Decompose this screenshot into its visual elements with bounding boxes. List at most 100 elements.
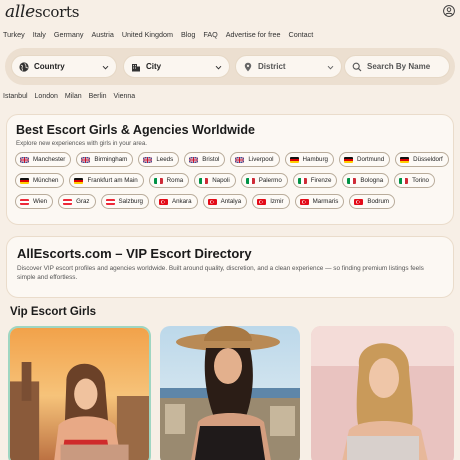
austria-flag-icon [105,198,115,205]
nav-item-italy[interactable]: Italy [33,30,46,42]
profile-photo-2 [160,326,300,460]
city-chip-label: Palermo [258,177,282,184]
building-icon [132,64,140,72]
city-chip-bristol[interactable]: Bristol [184,152,226,167]
germany-flag-icon [400,156,410,163]
city-chip-palermo[interactable]: Palermo [240,173,288,188]
italy-flag-icon [153,177,163,184]
nav-item-faq[interactable]: FAQ [203,30,217,42]
austria-flag-icon [20,198,29,205]
profile-photo-1 [10,328,149,460]
city-chip-liverpool[interactable]: Liverpool [230,152,280,167]
germany-flag-icon [289,156,299,163]
directory-description: Discover VIP escort profiles and agencie… [17,265,424,281]
city-select[interactable]: City [123,55,230,78]
city-chip-label: Izmir [270,198,284,205]
logo-prefix: alle [5,2,35,22]
city-chip-label: Manchester [33,156,66,163]
italy-flag-icon [347,177,357,184]
nav-item-austria[interactable]: Austria [91,30,113,42]
city-chip-firenze[interactable]: Firenze [292,173,338,188]
city-chip-bodrum[interactable]: Bodrum [349,194,396,209]
city-chip-wien[interactable]: Wien [15,194,54,209]
city-chip-salzburg[interactable]: Salzburg [100,194,149,209]
italy-flag-icon [297,177,307,184]
nav-item-blog[interactable]: Blog [181,30,195,42]
city-chip-label: Salzburg [118,198,143,205]
city-chip-graz[interactable]: Graz [58,194,96,209]
nav-item-united-kingdom[interactable]: United Kingdom [122,30,173,42]
city-chip-torino[interactable]: Torino [394,173,435,188]
city-link-istanbul[interactable]: Istanbul [3,93,28,100]
profile-card-3[interactable] [311,326,454,460]
city-chip-label: Ankara [171,198,192,205]
logo[interactable]: allescorts [5,2,79,22]
city-link-milan[interactable]: Milan [65,93,82,100]
germany-flag-icon [74,177,84,184]
city-chip-izmir[interactable]: Izmir [252,194,290,209]
uk-flag-icon [235,156,245,163]
user-icon[interactable] [443,5,455,17]
city-chip-napoli[interactable]: Napoli [194,173,236,188]
city-chip-roma[interactable]: Roma [148,173,190,188]
city-chip-hamburg[interactable]: Hamburg [284,152,334,167]
italy-flag-icon [199,177,209,184]
location-pin-icon [244,62,252,72]
city-chip-ankara[interactable]: Ankara [153,194,198,209]
city-chip-label: Graz [76,198,90,205]
city-link-vienna[interactable]: Vienna [114,93,136,100]
main-nav: Turkey Italy Germany Austria United Kingdom B… [3,30,313,42]
district-select[interactable]: District [235,55,342,78]
vip-section-title: Vip Escort Girls [10,306,97,318]
turkey-flag-icon [299,198,309,205]
search-input[interactable]: Search By Name [344,55,450,78]
profile-card-1[interactable] [8,326,151,460]
city-chip-label: Firenze [310,177,332,184]
uk-flag-icon [189,156,199,163]
city-chip-antalya[interactable]: Antalya [202,194,248,209]
italy-flag-icon [399,177,409,184]
district-select-label: District [258,62,286,71]
city-chip-m-nchen[interactable]: München [15,173,65,188]
turkey-flag-icon [207,198,217,205]
city-chip-label: Leeds [156,156,174,163]
city-chip-label: Frankfurt am Main [87,177,138,184]
city-chip-label: Bristol [202,156,220,163]
turkey-flag-icon [158,198,168,205]
globe-icon [19,62,29,72]
city-chip-bologna[interactable]: Bologna [342,173,390,188]
city-chip-dortmund[interactable]: Dortmund [338,152,391,167]
city-chip-label: Liverpool [248,156,274,163]
chevron-down-icon [102,65,109,70]
city-chip-d-sseldorf[interactable]: Düsseldorf [395,152,449,167]
city-chip-row: Wien Graz Salzburg Ankara Antalya Izmir Marmar… [15,194,400,209]
profile-photo-3 [311,326,454,460]
city-chip-row: Manchester Birmingham Leeds Bristol Liverpoo… [15,152,454,167]
profile-card-2[interactable] [160,326,300,460]
filter-bar: Country City District Search By Name [5,48,455,85]
city-chip-label: Bologna [360,177,384,184]
turkey-flag-icon [354,198,364,205]
city-chip-leeds[interactable]: Leeds [138,152,180,167]
city-chip-manchester[interactable]: Manchester [15,152,72,167]
nav-item-contact[interactable]: Contact [289,30,314,42]
search-icon [352,62,362,72]
uk-flag-icon [143,156,153,163]
nav-item-germany[interactable]: Germany [54,30,84,42]
city-link-london[interactable]: London [35,93,58,100]
city-chip-label: Wien [33,198,48,205]
country-select-label: Country [34,62,65,71]
city-chip-marmaris[interactable]: Marmaris [294,194,345,209]
directory-card: AllEscorts.com – VIP Escort Directory Di… [6,236,454,298]
city-select-label: City [146,62,162,71]
austria-flag-icon [63,198,73,205]
country-select[interactable]: Country [11,55,117,78]
city-chip-frankfurt-am-main[interactable]: Frankfurt am Main [69,173,144,188]
city-link-berlin[interactable]: Berlin [89,93,107,100]
directory-title: AllEscorts.com – VIP Escort Directory [17,246,252,261]
nav-item-advertise-for-free[interactable]: Advertise for free [226,30,281,42]
city-chip-birmingham[interactable]: Birmingham [76,152,134,167]
germany-flag-icon [20,177,29,184]
nav-item-turkey[interactable]: Turkey [3,30,25,42]
best-section-title: Best Escort Girls & Agencies Worldwide [16,123,255,137]
